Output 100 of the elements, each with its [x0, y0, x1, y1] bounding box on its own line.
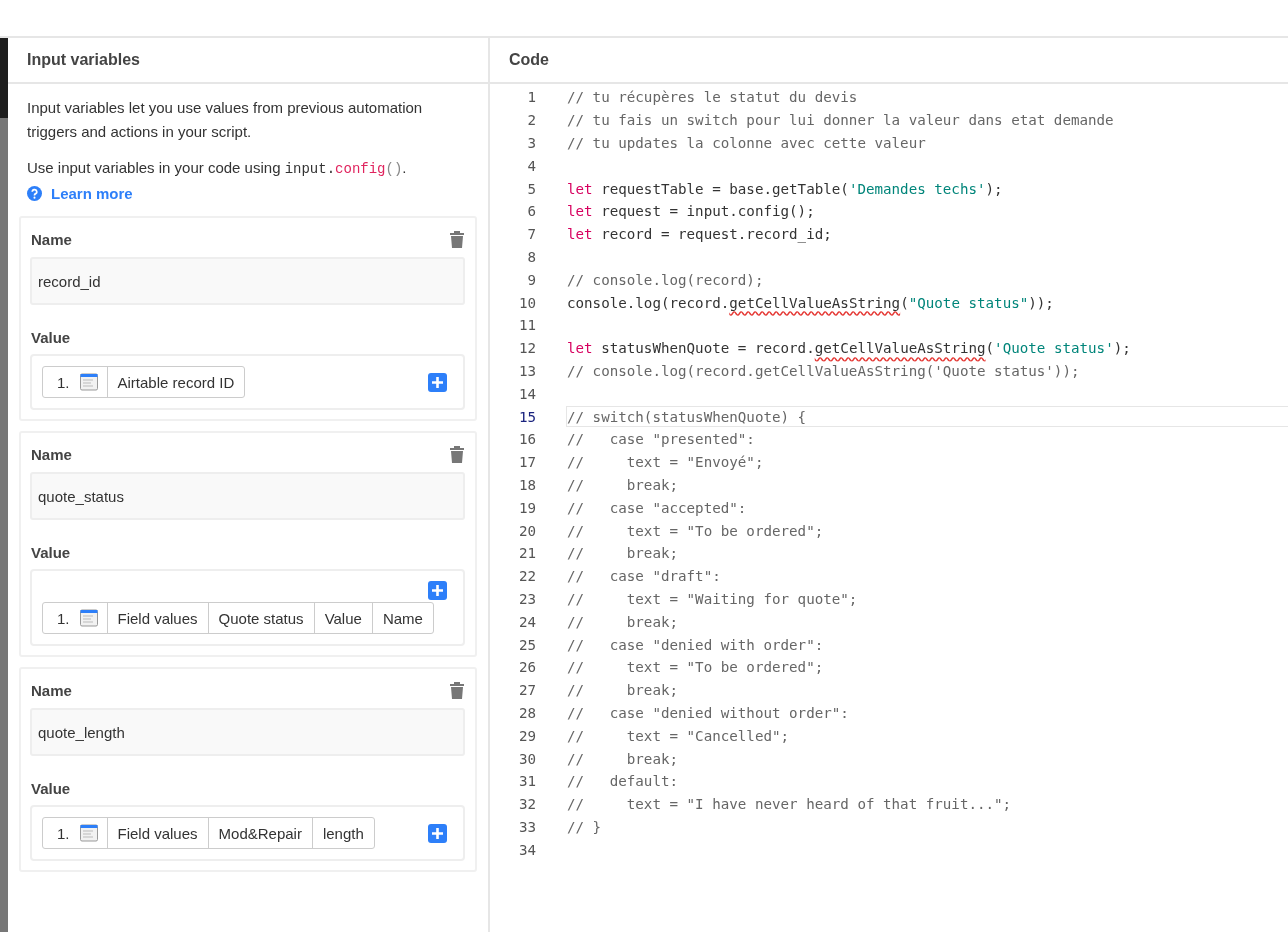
line-number: 25	[517, 636, 536, 653]
line-number: 29	[517, 727, 536, 744]
code-line: // case "denied without order":	[566, 703, 850, 723]
line-number: 13	[517, 362, 536, 379]
code-line: // console.log(record.getCellValueAsString('Quote status'));	[566, 361, 1081, 381]
value-field[interactable]: 1. Airtable record ID	[30, 354, 465, 410]
code-line: // case "accepted":	[566, 498, 748, 518]
code-line: // case "denied with order":	[566, 635, 825, 655]
delete-button[interactable]	[450, 230, 464, 248]
step-number: 1.	[56, 372, 71, 393]
path-segment[interactable]: Mod&Repair	[207, 818, 312, 848]
trash-icon	[450, 445, 464, 463]
code-line: // default:	[566, 772, 680, 792]
line-number: 7	[526, 226, 536, 243]
table-icon	[79, 373, 98, 391]
line-number: 2	[526, 112, 536, 129]
code-line: let request = input.config();	[566, 202, 816, 222]
line-number: 11	[517, 317, 536, 334]
line-number: 9	[526, 271, 536, 288]
line-number: 1	[526, 89, 536, 106]
line-number: 33	[517, 818, 536, 835]
code-line: // break;	[566, 749, 680, 769]
line-number: 4	[526, 157, 536, 174]
add-button[interactable]	[428, 372, 447, 392]
code-line: // break;	[566, 475, 680, 495]
line-number: 18	[517, 476, 536, 493]
delete-button[interactable]	[450, 681, 464, 699]
code-line: // text = "Cancelled";	[566, 726, 791, 746]
path-segment[interactable]: length	[311, 818, 374, 848]
line-number: 8	[526, 248, 536, 265]
code-line: // text = "Waiting for quote";	[566, 589, 859, 609]
path-segment[interactable]: Value	[313, 603, 372, 633]
line-number: 24	[517, 613, 536, 630]
line-number: 32	[517, 796, 536, 813]
line-number: 20	[517, 522, 536, 539]
code-line: // text = "To be ordered";	[566, 658, 825, 678]
code-line: // break;	[566, 544, 680, 564]
code-line: // tu récupères le statut du devis	[566, 88, 859, 108]
path-segment[interactable]: Field values	[106, 603, 208, 633]
add-button[interactable]	[428, 823, 447, 843]
code-line: // case "draft":	[566, 567, 722, 587]
code-line: // tu fais un switch pour lui donner la valeur dans etat demande	[566, 111, 1115, 131]
name-field[interactable]: record_id	[30, 257, 465, 305]
code-line: console.log(record.getCellValueAsString("Quote status"));	[566, 293, 1055, 313]
line-number: 30	[517, 750, 536, 767]
trash-icon	[450, 681, 464, 699]
panel-title: Code	[490, 38, 1288, 84]
line-number: 14	[517, 385, 536, 402]
line-number: 26	[517, 659, 536, 676]
code-line: // text = "I have never heard of that fruit...";	[566, 795, 1013, 815]
name-field[interactable]: quote_length	[30, 708, 465, 756]
code-line: // tu updates la colonne avec cette valeur	[566, 134, 927, 153]
help-icon	[27, 186, 42, 201]
line-number: 5	[526, 180, 536, 197]
line-number: 6	[526, 203, 536, 220]
plus-icon	[428, 581, 447, 600]
line-number: 23	[517, 590, 536, 607]
code-line: let requestTable = base.getTable('Demandes techs');	[566, 179, 1004, 199]
usage-hint: Use input variables in your code using input.config().	[27, 158, 408, 179]
code-line: // }	[566, 817, 603, 837]
line-number: 3	[526, 135, 536, 151]
trash-icon	[450, 230, 464, 248]
code-line: let record = request.record_id;	[566, 225, 833, 245]
description: Input variables let you use values from previous automation triggers and actions in your script.	[27, 98, 424, 142]
path-segment[interactable]: Name	[371, 603, 433, 633]
code-line: // case "presented":	[566, 430, 756, 450]
name-label: Name	[31, 230, 72, 248]
name-label: Name	[31, 681, 72, 699]
plus-icon	[428, 823, 447, 843]
learn-more-link[interactable]: Learn more	[51, 185, 133, 202]
code-line: let statusWhenQuote = record.getCellValueAsString('Quote status');	[566, 339, 1132, 359]
name-field[interactable]: quote_status	[30, 472, 465, 520]
table-icon	[79, 824, 98, 842]
line-number: 17	[517, 454, 536, 471]
line-number: 15	[517, 408, 536, 425]
code-line: // text = "To be ordered";	[566, 521, 825, 541]
line-number: 22	[517, 568, 536, 585]
code-line: // text = "Envoyé";	[566, 453, 765, 473]
code-line: // switch(statusWhenQuote) {	[566, 406, 1288, 428]
code-line: // console.log(record);	[566, 270, 765, 290]
value-label: Value	[31, 544, 72, 561]
value-field[interactable]: 1. Field values Quote status Value Name	[30, 569, 465, 646]
value-field[interactable]: 1. Field values Mod&Repair length	[30, 805, 465, 861]
path-segment[interactable]: Field values	[106, 818, 208, 848]
name-label: Name	[31, 445, 72, 463]
value-label: Value	[31, 780, 72, 797]
line-number: 31	[517, 773, 536, 790]
step-number: 1.	[56, 608, 71, 629]
line-number: 34	[517, 841, 536, 858]
delete-button[interactable]	[450, 445, 464, 463]
line-number: 19	[517, 499, 536, 516]
add-button[interactable]	[428, 581, 447, 600]
code-line: // break;	[566, 681, 680, 701]
path-segment[interactable]: Quote status	[207, 603, 314, 633]
line-number: 28	[517, 704, 536, 721]
line-number: 21	[517, 545, 536, 562]
step-number: 1.	[56, 823, 71, 844]
path-segment[interactable]: Airtable record ID	[106, 367, 245, 397]
panel-title: Input variables	[8, 38, 488, 84]
line-number: 10	[517, 294, 536, 311]
